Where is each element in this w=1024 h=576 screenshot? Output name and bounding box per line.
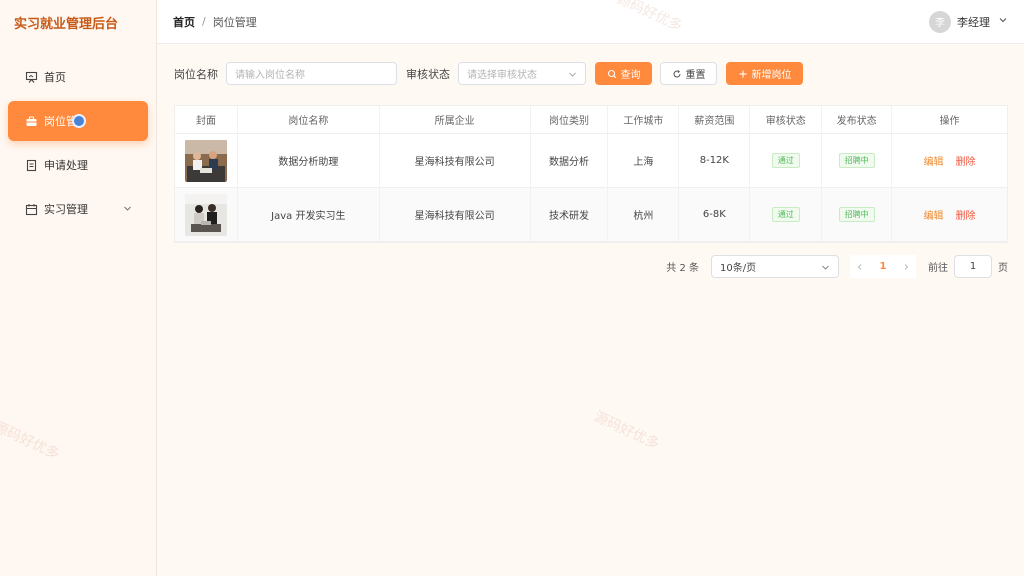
actions-cell: 编辑 删除: [892, 188, 1007, 241]
document-icon: [24, 158, 38, 172]
page-size-select[interactable]: 10条/页: [711, 255, 839, 278]
add-job-button[interactable]: 新增岗位: [726, 62, 803, 85]
job-name-label: 岗位名称: [174, 67, 218, 81]
column-header: 所属企业: [380, 106, 531, 133]
sidebar-item-home[interactable]: 首页: [8, 57, 148, 97]
chevron-down-icon: [998, 15, 1008, 28]
reset-button-label: 重置: [685, 70, 706, 81]
job-name-input[interactable]: 请输入岗位名称: [226, 62, 397, 85]
publish-status-cell: 招聘中: [822, 134, 893, 187]
column-header: 发布状态: [822, 106, 893, 133]
user-name: 李经理: [957, 15, 990, 29]
column-header: 审核状态: [750, 106, 823, 133]
job-category: 数据分析: [531, 134, 609, 187]
calendar-icon: [24, 202, 38, 216]
edit-link[interactable]: 编辑: [924, 207, 944, 222]
job-city: 上海: [608, 134, 680, 187]
home-board-icon: [24, 70, 38, 84]
column-header: 薪资范围: [679, 106, 751, 133]
page-size-value: 10条/页: [720, 263, 757, 274]
job-title: Java 开发实习生: [238, 188, 380, 241]
actions-cell: 编辑 删除: [892, 134, 1007, 187]
review-status-label: 审核状态: [406, 67, 450, 81]
job-salary: 8-12K: [679, 134, 751, 187]
goto-page-value: 1: [969, 261, 977, 272]
sidebar-item-label: 实习管理: [44, 203, 88, 216]
query-button[interactable]: 查询: [595, 62, 652, 85]
page-number-current[interactable]: 1: [870, 255, 896, 278]
column-header: 工作城市: [608, 106, 680, 133]
review-status-placeholder: 请选择审核状态: [467, 70, 537, 81]
prev-page-button[interactable]: [850, 255, 870, 278]
page-nav: 1: [850, 255, 916, 278]
job-cover-image: [184, 139, 227, 182]
cover-cell: [175, 188, 238, 241]
plus-icon: [739, 70, 746, 77]
breadcrumb-home[interactable]: 首页: [173, 14, 195, 30]
total-count: 共 2 条: [666, 263, 699, 274]
job-name-placeholder: 请输入岗位名称: [235, 70, 305, 81]
sidebar-item-label: 首页: [44, 71, 66, 84]
refresh-icon: [673, 69, 680, 77]
job-salary: 6-8K: [679, 188, 751, 241]
goto-suffix: 页: [998, 263, 1008, 274]
review-status-badge: 通过: [771, 207, 800, 222]
job-category: 技术研发: [531, 188, 609, 241]
job-company: 星海科技有限公司: [380, 188, 531, 241]
goto-prefix: 前往: [928, 263, 948, 274]
review-status-select[interactable]: 请选择审核状态: [458, 62, 586, 85]
breadcrumb-current: 岗位管理: [212, 15, 257, 29]
job-company: 星海科技有限公司: [380, 134, 531, 187]
app-title: 实习就业管理后台: [14, 16, 119, 32]
publish-status-cell: 招聘中: [822, 188, 893, 241]
chevron-down-icon: [821, 263, 830, 275]
chevron-down-icon: [568, 70, 577, 82]
column-header: 封面: [175, 106, 238, 133]
job-cover-image: [184, 193, 227, 236]
column-header: 岗位名称: [238, 106, 380, 133]
sidebar-item-applications[interactable]: 申请处理: [8, 145, 148, 185]
column-header: 操作: [939, 116, 960, 127]
column-header: 岗位类别: [531, 106, 609, 133]
filter-bar: 岗位名称 请输入岗位名称 审核状态 请选择审核状态 查询 重置 新增岗位: [174, 45, 1008, 102]
table-row: Java 开发实习生 星海科技有限公司 技术研发 杭州 6-8K 通过 招聘中 …: [175, 188, 1007, 242]
cover-cell: [175, 134, 238, 187]
review-status-cell: 通过: [750, 188, 823, 241]
main-content: 岗位名称 请输入岗位名称 审核状态 请选择审核状态 查询 重置 新增岗位 封面 …: [157, 45, 1024, 576]
breadcrumb: 首页 / 岗位管理: [173, 14, 257, 30]
reset-button[interactable]: 重置: [660, 62, 717, 85]
table-row: 数据分析助理 星海科技有限公司 数据分析 上海 8-12K 通过 招聘中 编辑 …: [175, 134, 1007, 188]
edit-link[interactable]: 编辑: [924, 153, 944, 168]
briefcase-icon: [24, 114, 38, 128]
publish-status-badge: 招聘中: [838, 153, 875, 168]
avatar: 李: [929, 10, 951, 33]
add-job-button-label: 新增岗位: [751, 70, 792, 81]
goto-page-input[interactable]: 1: [954, 255, 992, 278]
job-city: 杭州: [608, 188, 680, 241]
sidebar-item-jobs[interactable]: 岗位管: [8, 101, 148, 141]
sidebar-item-internship[interactable]: 实习管理: [8, 189, 148, 229]
user-menu[interactable]: 李 李经理: [929, 10, 1008, 33]
query-button-label: 查询: [620, 70, 641, 81]
table-header: 封面 岗位名称 所属企业 岗位类别 工作城市 薪资范围 审核状态 发布状态 操作: [175, 106, 1007, 134]
pagination: 共 2 条 10条/页 1 前往 1 页: [666, 255, 1008, 278]
delete-link[interactable]: 删除: [956, 207, 976, 222]
chevron-right-icon: [904, 263, 909, 270]
sidebar-item-label: 申请处理: [44, 159, 88, 172]
cursor-indicator-dot: [72, 114, 86, 128]
sidebar: 实习就业管理后台 首页 岗位管 申请处理 实习管理: [0, 0, 157, 576]
breadcrumb-separator: /: [202, 15, 206, 28]
chevron-left-icon: [857, 263, 862, 270]
review-status-badge: 通过: [771, 153, 800, 168]
next-page-button[interactable]: [896, 255, 916, 278]
publish-status-badge: 招聘中: [838, 207, 875, 222]
sidebar-menu: 首页 岗位管 申请处理 实习管理: [0, 44, 156, 229]
delete-link[interactable]: 删除: [956, 153, 976, 168]
job-title: 数据分析助理: [238, 134, 380, 187]
chevron-down-icon: [123, 203, 132, 216]
search-icon: [607, 69, 616, 78]
topbar: 首页 / 岗位管理 李 李经理: [157, 0, 1024, 44]
review-status-cell: 通过: [750, 134, 823, 187]
jobs-table: 封面 岗位名称 所属企业 岗位类别 工作城市 薪资范围 审核状态 发布状态 操作…: [174, 105, 1008, 243]
